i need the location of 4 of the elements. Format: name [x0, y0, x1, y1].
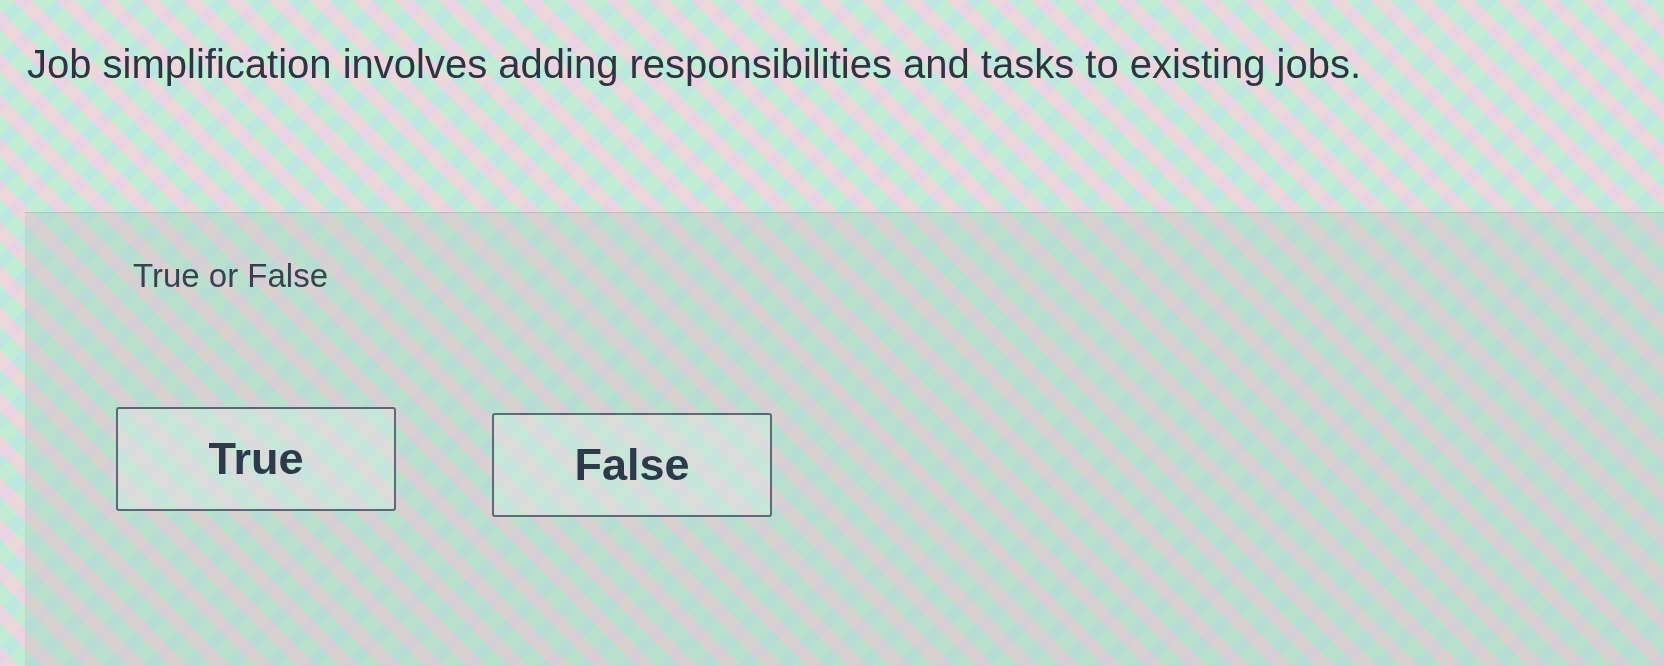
question-text: Job simplification involves adding responsibilities and tasks to existing jobs. [27, 41, 1363, 88]
answer-button[interactable]: False [492, 413, 772, 517]
answer-button[interactable]: True [116, 407, 396, 511]
prompt-text: True or False [133, 256, 329, 296]
